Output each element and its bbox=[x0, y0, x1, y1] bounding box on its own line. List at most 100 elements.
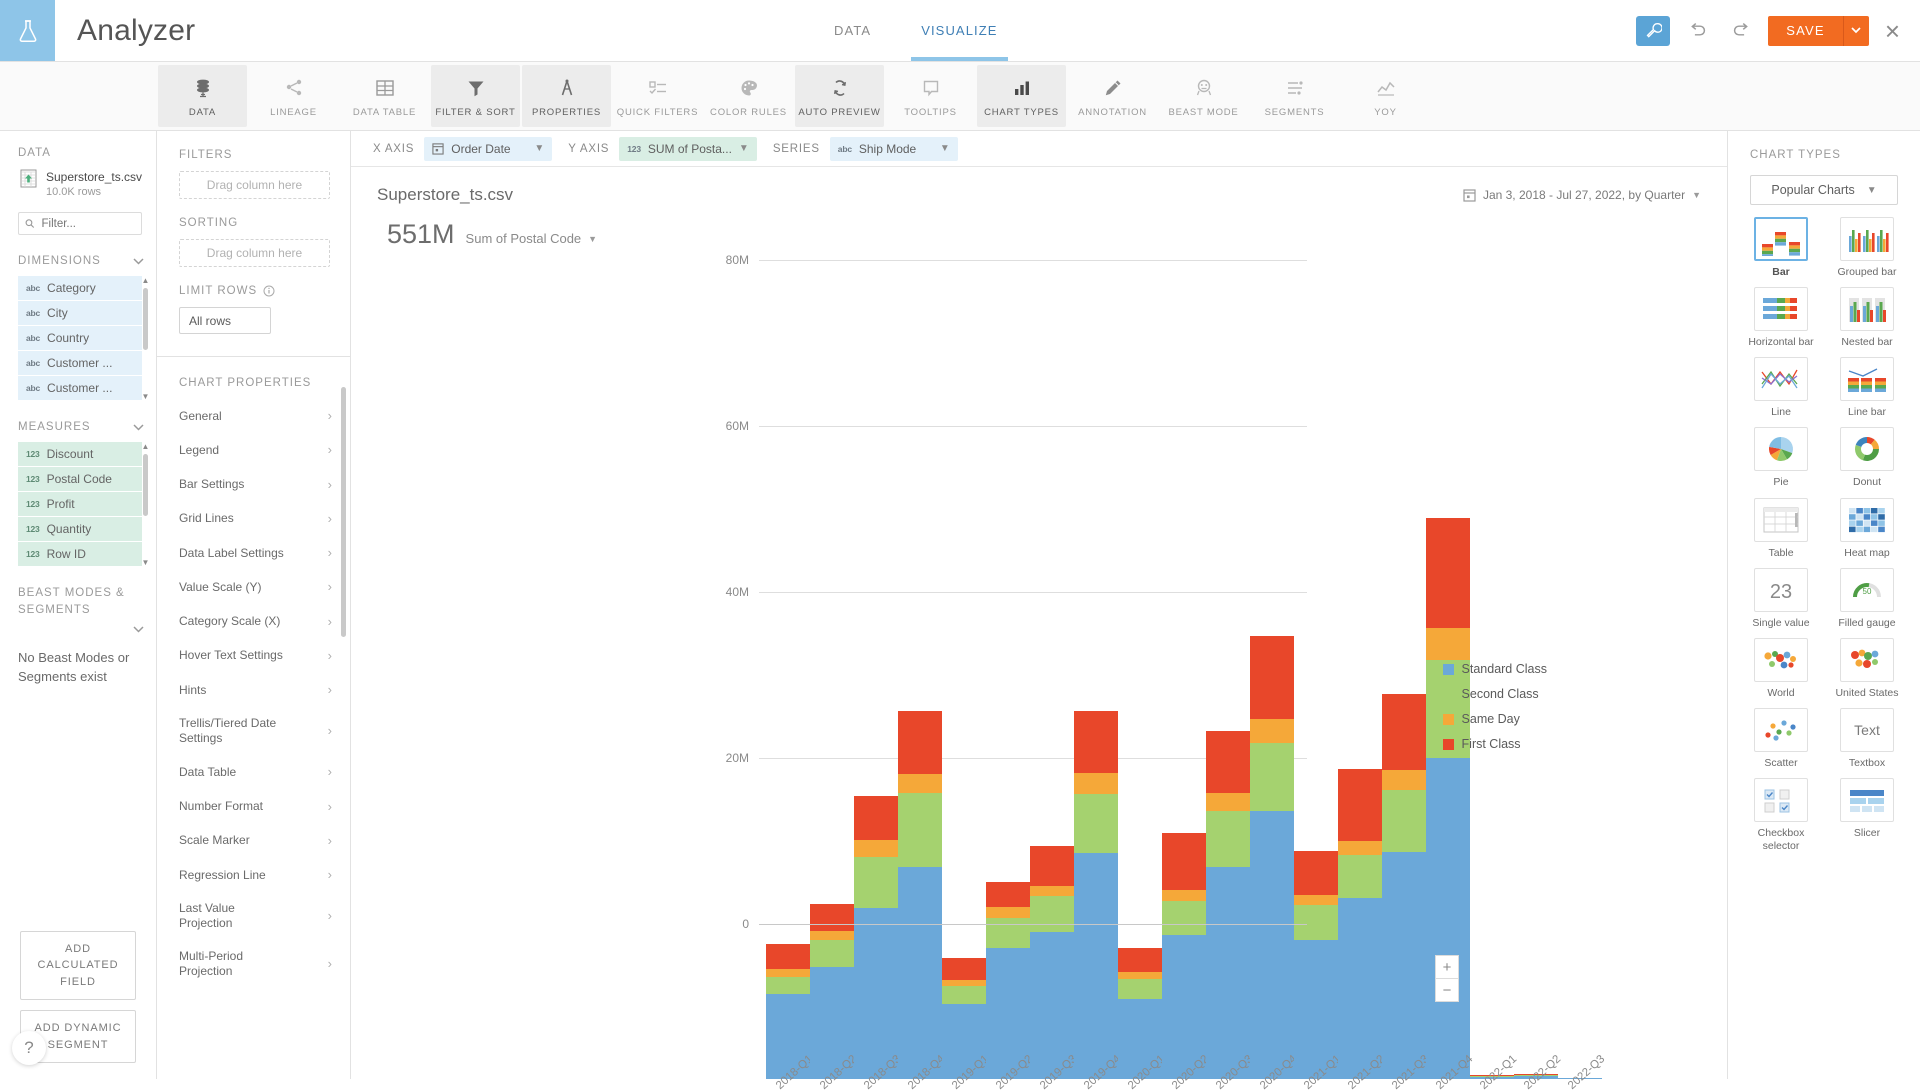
sorting-dropzone[interactable]: Drag column here bbox=[179, 239, 330, 267]
bar-group[interactable]: 2020-Q1 bbox=[1118, 415, 1162, 1079]
list-item[interactable]: 123Discount bbox=[18, 442, 142, 466]
stacked-bar[interactable] bbox=[1206, 731, 1250, 1079]
chart-type-slicer[interactable]: Slicer bbox=[1829, 778, 1905, 853]
chart-property-trellis-tiered-date-settings[interactable]: Trellis/Tiered Date Settings› bbox=[157, 707, 350, 755]
bar-segment[interactable] bbox=[1162, 901, 1206, 935]
stacked-bar[interactable] bbox=[898, 711, 942, 1079]
bar-segment[interactable] bbox=[766, 969, 810, 976]
bar-segment[interactable] bbox=[1382, 790, 1426, 852]
bar-segment[interactable] bbox=[1162, 833, 1206, 889]
zoom-out-button[interactable]: − bbox=[1435, 978, 1459, 1002]
bar-segment[interactable] bbox=[1030, 896, 1074, 932]
bar-segment[interactable] bbox=[1118, 979, 1162, 999]
chart-properties-scrollbar[interactable] bbox=[340, 365, 347, 1071]
toolbar-item-segments[interactable]: SEGMENTS bbox=[1250, 65, 1339, 127]
bar-segment[interactable] bbox=[986, 882, 1030, 908]
bar-segment[interactable] bbox=[1074, 711, 1118, 773]
toolbar-item-beast-mode[interactable]: BEAST MODE bbox=[1159, 65, 1248, 127]
legend-item[interactable]: Same Day bbox=[1443, 712, 1547, 726]
app-logo[interactable] bbox=[0, 0, 55, 61]
bar-group[interactable]: 2020-Q3 bbox=[1206, 415, 1250, 1079]
bar-segment[interactable] bbox=[854, 840, 898, 857]
tab-visualize[interactable]: VISUALIZE bbox=[917, 0, 1001, 61]
y-axis-field-select[interactable]: 123 SUM of Posta... ▼ bbox=[619, 137, 757, 161]
chart-property-grid-lines[interactable]: Grid Lines› bbox=[157, 502, 350, 536]
toolbar-item-properties[interactable]: PROPERTIES bbox=[522, 65, 611, 127]
scrollbar-thumb[interactable] bbox=[341, 387, 346, 637]
list-item[interactable]: abcCity bbox=[18, 301, 142, 325]
bar-group[interactable]: 2019-Q2 bbox=[986, 415, 1030, 1079]
save-dropdown-caret-icon[interactable] bbox=[1843, 16, 1869, 46]
chart-type-pie[interactable]: Pie bbox=[1743, 427, 1819, 489]
stacked-bar[interactable] bbox=[1162, 833, 1206, 1079]
filters-dropzone[interactable]: Drag column here bbox=[179, 171, 330, 199]
scroll-down-arrow-icon[interactable]: ▼ bbox=[142, 558, 150, 567]
list-item[interactable]: abcCustomer ... bbox=[18, 351, 142, 375]
scrollbar-thumb[interactable] bbox=[143, 288, 148, 350]
chart-property-data-table[interactable]: Data Table› bbox=[157, 755, 350, 789]
chart-type-united-states[interactable]: United States bbox=[1829, 638, 1905, 700]
bar-segment[interactable] bbox=[1250, 719, 1294, 743]
x-axis-field-select[interactable]: Order Date ▼ bbox=[424, 137, 552, 161]
stacked-bar[interactable] bbox=[1382, 694, 1426, 1079]
chart-property-hints[interactable]: Hints› bbox=[157, 673, 350, 707]
bar-segment[interactable] bbox=[898, 867, 942, 1079]
undo-arrow-icon[interactable] bbox=[1680, 16, 1714, 46]
scroll-up-arrow-icon[interactable]: ▲ bbox=[142, 276, 150, 285]
series-field-select[interactable]: abc Ship Mode ▼ bbox=[830, 137, 958, 161]
chart-type-donut[interactable]: Donut bbox=[1829, 427, 1905, 489]
bar-group[interactable]: 2021-Q3 bbox=[1382, 415, 1426, 1079]
bar-group[interactable]: 2021-Q1 bbox=[1294, 415, 1338, 1079]
bar-segment[interactable] bbox=[1294, 851, 1338, 895]
beast-modes-collapse[interactable] bbox=[0, 618, 156, 633]
chart-property-data-label-settings[interactable]: Data Label Settings› bbox=[157, 536, 350, 570]
bar-segment[interactable] bbox=[1074, 773, 1118, 794]
chart-property-last-value-projection[interactable]: Last Value Projection› bbox=[157, 892, 350, 940]
bar-segment[interactable] bbox=[942, 958, 986, 980]
filter-input-wrap[interactable] bbox=[18, 212, 142, 235]
bar-segment[interactable] bbox=[1382, 770, 1426, 790]
bar-segment[interactable] bbox=[854, 908, 898, 1079]
list-item[interactable]: 123Quantity bbox=[18, 517, 142, 541]
stacked-bar[interactable] bbox=[1030, 846, 1074, 1079]
bar-segment[interactable] bbox=[1338, 855, 1382, 898]
stacked-bar[interactable] bbox=[854, 796, 898, 1079]
chart-type-grouped-bar[interactable]: Grouped bar bbox=[1829, 217, 1905, 279]
chart-type-line[interactable]: Line bbox=[1743, 357, 1819, 419]
bar-segment[interactable] bbox=[1294, 895, 1338, 905]
zoom-in-button[interactable]: + bbox=[1435, 955, 1459, 979]
bar-segment[interactable] bbox=[766, 977, 810, 994]
bar-group[interactable]: 2022-Q3 bbox=[1558, 415, 1602, 1079]
chart-type-table[interactable]: Table bbox=[1743, 498, 1819, 560]
list-item[interactable]: abcCustomer ... bbox=[18, 376, 142, 400]
chart-type-nested-bar[interactable]: Nested bar bbox=[1829, 287, 1905, 349]
bar-segment[interactable] bbox=[1382, 694, 1426, 770]
chart-type-horizontal-bar[interactable]: Horizontal bar bbox=[1743, 287, 1819, 349]
chart-type-checkbox-selector[interactable]: Checkbox selector bbox=[1743, 778, 1819, 853]
chart-type-single-value[interactable]: 23Single value bbox=[1743, 568, 1819, 630]
scrollbar-thumb[interactable] bbox=[143, 454, 148, 516]
bar-segment[interactable] bbox=[1206, 811, 1250, 867]
bar-group[interactable]: 2019-Q3 bbox=[1030, 415, 1074, 1079]
bar-group[interactable]: 2019-Q1 bbox=[942, 415, 986, 1079]
chart-type-filled-gauge[interactable]: 50Filled gauge bbox=[1829, 568, 1905, 630]
chart-property-value-scale-y[interactable]: Value Scale (Y)› bbox=[157, 570, 350, 604]
bar-segment[interactable] bbox=[1338, 898, 1382, 1079]
legend-item[interactable]: First Class bbox=[1443, 737, 1547, 751]
stacked-bar[interactable] bbox=[1294, 851, 1338, 1079]
chart-property-multi-period-projection[interactable]: Multi-Period Projection› bbox=[157, 940, 350, 988]
toolbar-item-color-rules[interactable]: COLOR RULES bbox=[704, 65, 793, 127]
search-input[interactable] bbox=[40, 217, 136, 231]
chevron-down-icon[interactable] bbox=[133, 419, 144, 434]
bar-segment[interactable] bbox=[810, 931, 854, 940]
measures-header[interactable]: MEASURES bbox=[0, 401, 156, 442]
chart-property-regression-line[interactable]: Regression Line› bbox=[157, 858, 350, 892]
chart-property-scale-marker[interactable]: Scale Marker› bbox=[157, 824, 350, 858]
bar-segment[interactable] bbox=[766, 944, 810, 970]
dataset-row[interactable]: Superstore_ts.csv 10.0K rows bbox=[0, 169, 156, 200]
bar-group[interactable]: 2019-Q4 bbox=[1074, 415, 1118, 1079]
chart-property-hover-text-settings[interactable]: Hover Text Settings› bbox=[157, 639, 350, 673]
bar-segment[interactable] bbox=[1250, 636, 1294, 719]
close-icon[interactable]: × bbox=[1879, 18, 1906, 44]
toolbar-item-auto-preview[interactable]: AUTO PREVIEW bbox=[795, 65, 884, 127]
